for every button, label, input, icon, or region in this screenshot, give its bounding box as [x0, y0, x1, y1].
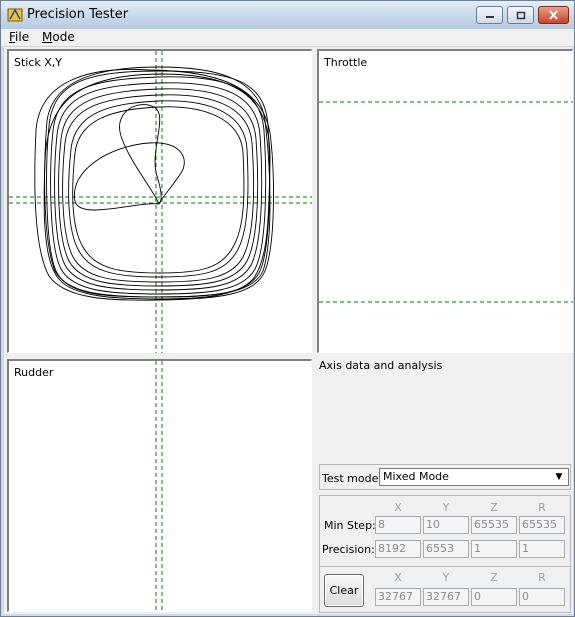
min-step-label: Min Step: — [324, 519, 376, 532]
current-z-field: 0 — [471, 588, 517, 606]
clear-button[interactable]: Clear — [324, 574, 364, 607]
precision-label: Precision: — [322, 543, 375, 556]
menu-mode-rest: ode — [52, 30, 75, 44]
window-title: Precision Tester — [27, 7, 129, 22]
current-y-field: 32767 — [423, 588, 469, 606]
min-step-r-field: 65535 — [519, 516, 565, 534]
app-window: Precision Tester File Mode Stick X,Y Thr… — [0, 0, 575, 617]
current-col-y-header: Y — [442, 571, 450, 584]
title-bar[interactable]: Precision Tester — [1, 1, 574, 29]
stick-trace — [34, 66, 274, 301]
precision-z-field: 1 — [471, 540, 517, 558]
current-col-x-header: X — [394, 571, 402, 584]
precision-x-field: 8192 — [375, 540, 421, 558]
stick-xy-plot — [9, 51, 312, 353]
precision-y-field: 6553 — [423, 540, 469, 558]
current-r-field: 0 — [519, 588, 565, 606]
col-y-header: Y — [442, 501, 450, 514]
rudder-panel: Rudder — [7, 359, 312, 612]
close-icon — [549, 10, 558, 20]
throttle-panel: Throttle — [317, 49, 573, 353]
throttle-plot — [319, 101, 573, 303]
analysis-title: Axis data and analysis — [319, 359, 443, 372]
minimize-icon — [485, 16, 494, 18]
maximize-icon — [516, 11, 525, 19]
current-x-field: 32767 — [375, 588, 421, 606]
test-mode-label: Test mode: — [322, 472, 383, 485]
close-button[interactable] — [538, 6, 569, 24]
precision-r-field: 1 — [519, 540, 565, 558]
col-r-header: R — [538, 501, 546, 514]
menu-file-rest: ile — [15, 30, 30, 44]
maximize-button[interactable] — [507, 6, 534, 24]
test-mode-select[interactable]: Mixed Mode ▼ — [379, 468, 569, 486]
stats-divider — [319, 566, 571, 567]
menu-mode[interactable]: Mode — [39, 29, 78, 46]
minimize-button[interactable] — [476, 6, 503, 24]
client-area: Stick X,Y Throttle Rudder Axis data and … — [4, 47, 573, 614]
rudder-plot — [155, 361, 163, 612]
chevron-down-icon[interactable]: ▼ — [552, 470, 566, 484]
menu-mode-accel: M — [42, 30, 53, 44]
current-col-z-header: Z — [490, 571, 498, 584]
stick-xy-panel: Stick X,Y — [7, 49, 312, 353]
min-step-z-field: 65535 — [471, 516, 517, 534]
min-step-x-field: 8 — [375, 516, 421, 534]
analysis-panel: Axis data and analysis Test mode: Mixed … — [317, 354, 573, 614]
col-x-header: X — [394, 501, 402, 514]
app-icon — [7, 8, 23, 22]
col-z-header: Z — [490, 501, 498, 514]
menu-file[interactable]: File — [6, 29, 32, 46]
menu-bar: File Mode — [1, 29, 574, 47]
test-mode-value: Mixed Mode — [383, 470, 449, 483]
min-step-y-field: 10 — [423, 516, 469, 534]
current-col-r-header: R — [538, 571, 546, 584]
